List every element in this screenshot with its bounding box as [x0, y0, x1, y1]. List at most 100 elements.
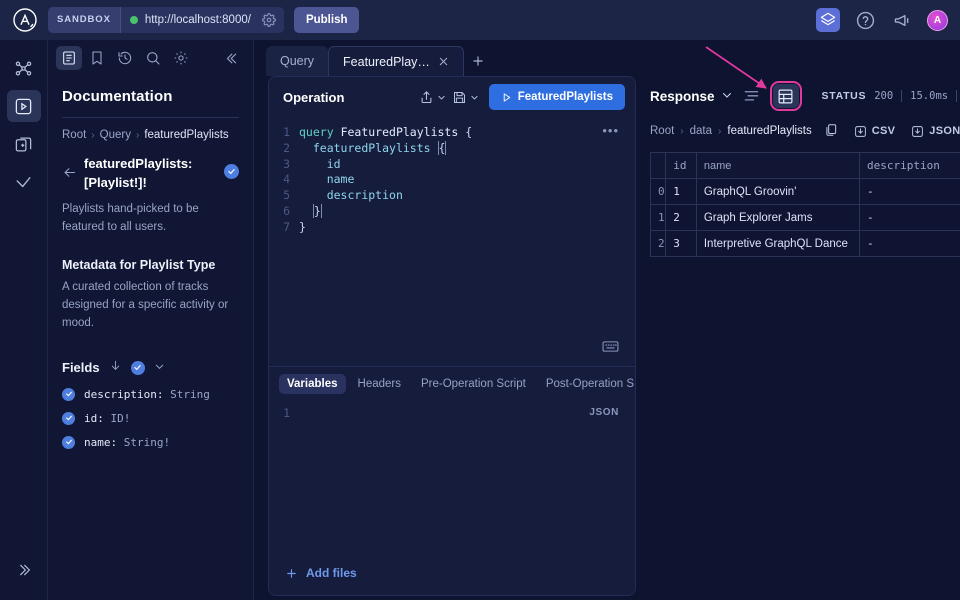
column-header-name[interactable]: name: [696, 153, 859, 179]
topbar-actions: A: [816, 8, 948, 32]
rail-item-explorer[interactable]: [7, 90, 41, 122]
table-row[interactable]: 0 1 GraphQL Groovin' -: [651, 179, 960, 205]
response-table: id name description 0 1 GraphQL Groovin': [650, 152, 960, 257]
endpoint-url-input[interactable]: http://localhost:8000/: [121, 7, 284, 33]
line-number: 4: [269, 172, 299, 188]
icon-rail: [0, 40, 48, 600]
rail-item-checks[interactable]: [7, 166, 41, 198]
help-icon[interactable]: [853, 8, 877, 32]
column-header-description[interactable]: description: [860, 153, 960, 179]
megaphone-icon[interactable]: [890, 8, 914, 32]
sort-down-icon[interactable]: [109, 359, 122, 377]
chevron-down-icon[interactable]: [721, 89, 733, 104]
save-button[interactable]: [452, 90, 479, 105]
bookmark-icon[interactable]: [84, 46, 110, 70]
checkmark-icon[interactable]: [62, 388, 75, 401]
breadcrumb-item-root[interactable]: Root: [650, 125, 674, 137]
code-text: query FeaturedPlaylists {: [299, 125, 472, 141]
avatar[interactable]: A: [927, 10, 948, 31]
field-description: Playlists hand-picked to be featured to …: [62, 201, 239, 237]
search-icon[interactable]: [140, 46, 166, 70]
response-status: STATUS 200 15.0ms 213B: [822, 90, 960, 102]
chevrons-left-icon[interactable]: [219, 46, 245, 70]
breadcrumb: Root › Query › featuredPlaylists: [62, 129, 239, 141]
sandbox-badge: SANDBOX: [48, 7, 121, 33]
breadcrumb-item-data[interactable]: data: [690, 125, 712, 137]
documentation-icon[interactable]: [56, 46, 82, 70]
tab-featured-playlists[interactable]: FeaturedPlay…: [328, 46, 464, 76]
table-header-row: id name description: [651, 153, 960, 179]
download-json-button[interactable]: JSON: [911, 125, 960, 138]
list-item[interactable]: name: String!: [62, 436, 239, 449]
history-icon[interactable]: [112, 46, 138, 70]
save-icon: [452, 90, 467, 105]
table-row[interactable]: 2 3 Interpretive GraphQL Dance -: [651, 231, 960, 257]
field-filter-checkmark-icon[interactable]: [131, 361, 145, 375]
response-title[interactable]: Response: [650, 89, 733, 104]
gear-icon[interactable]: [168, 46, 194, 70]
connection-status-dot: [130, 16, 138, 24]
page-title: Documentation: [62, 88, 239, 105]
table-view-button[interactable]: [773, 84, 799, 108]
keyboard-icon[interactable]: [602, 340, 619, 358]
back-arrow-icon[interactable]: [62, 155, 78, 185]
chevron-down-icon: [437, 93, 446, 102]
breadcrumb-item-query[interactable]: Query: [100, 129, 131, 141]
list-item[interactable]: id: ID!: [62, 412, 239, 425]
breadcrumb-item-root[interactable]: Root: [62, 129, 86, 141]
checkmark-icon[interactable]: [62, 436, 75, 449]
table-view-highlight-ring: [770, 81, 802, 111]
breadcrumb-separator: ›: [718, 126, 721, 137]
json-tree-view-button[interactable]: [743, 84, 760, 108]
layers-icon[interactable]: [816, 8, 840, 32]
add-files-button[interactable]: Add files: [285, 566, 357, 580]
code-line: 4 name: [269, 172, 635, 188]
publish-button[interactable]: Publish: [294, 7, 360, 33]
response-table-wrapper: id name description 0 1 GraphQL Groovin': [650, 152, 950, 257]
tab-variables[interactable]: Variables: [279, 374, 346, 394]
panes: Operation: [254, 76, 960, 600]
checkmark-icon[interactable]: [224, 164, 239, 179]
list-item[interactable]: description: String: [62, 388, 239, 401]
rail-item-graph[interactable]: [7, 52, 41, 84]
code-text: }: [299, 220, 306, 236]
line-number: 5: [269, 188, 299, 204]
variables-editor[interactable]: 1 JSON: [269, 400, 635, 551]
column-header-id[interactable]: id: [666, 153, 697, 179]
tab-pre-operation-script[interactable]: Pre-Operation Script: [413, 374, 534, 394]
add-tab-button[interactable]: [464, 46, 492, 76]
chevron-down-icon[interactable]: [154, 359, 165, 377]
endpoint-bar[interactable]: SANDBOX http://localhost:8000/: [48, 7, 284, 33]
operation-header: Operation: [269, 77, 635, 117]
rail-item-schema-diff[interactable]: [7, 128, 41, 160]
download-icon: [854, 125, 867, 138]
response-title-label: Response: [650, 89, 715, 104]
copy-icon[interactable]: [824, 123, 838, 140]
code-text: description: [299, 188, 403, 204]
row-index: 2: [651, 231, 666, 257]
gear-icon[interactable]: [262, 13, 276, 27]
download-csv-button[interactable]: CSV: [854, 125, 896, 138]
response-duration: 15.0ms: [910, 90, 948, 102]
close-icon[interactable]: [438, 56, 449, 67]
run-operation-button[interactable]: FeaturedPlaylists: [489, 84, 625, 110]
variables-line: 1: [269, 400, 635, 420]
operation-panel: Operation: [268, 76, 636, 596]
variables-format-label: JSON: [589, 407, 619, 418]
query-editor[interactable]: 1 query FeaturedPlaylists { 2 featuredPl…: [269, 117, 635, 366]
tab-post-operation-script[interactable]: Post-Operation S: [538, 374, 635, 394]
table-row[interactable]: 1 2 Graph Explorer Jams -: [651, 205, 960, 231]
fields-header: Fields: [62, 359, 239, 377]
chevrons-right-icon[interactable]: [7, 554, 41, 586]
code-text: featuredPlaylists {: [299, 141, 446, 157]
field-title: featuredPlaylists: [Playlist!]!: [84, 155, 218, 193]
tab-headers[interactable]: Headers: [350, 374, 409, 394]
download-icon: [911, 125, 924, 138]
ellipsis-icon[interactable]: •••: [602, 123, 619, 138]
code-line: 2 featuredPlaylists {: [269, 141, 635, 157]
share-button[interactable]: [419, 90, 446, 105]
tab-query[interactable]: Query: [266, 46, 328, 76]
checkmark-icon[interactable]: [62, 412, 75, 425]
breadcrumb-separator: ›: [91, 130, 94, 141]
operation-title: Operation: [283, 90, 344, 105]
